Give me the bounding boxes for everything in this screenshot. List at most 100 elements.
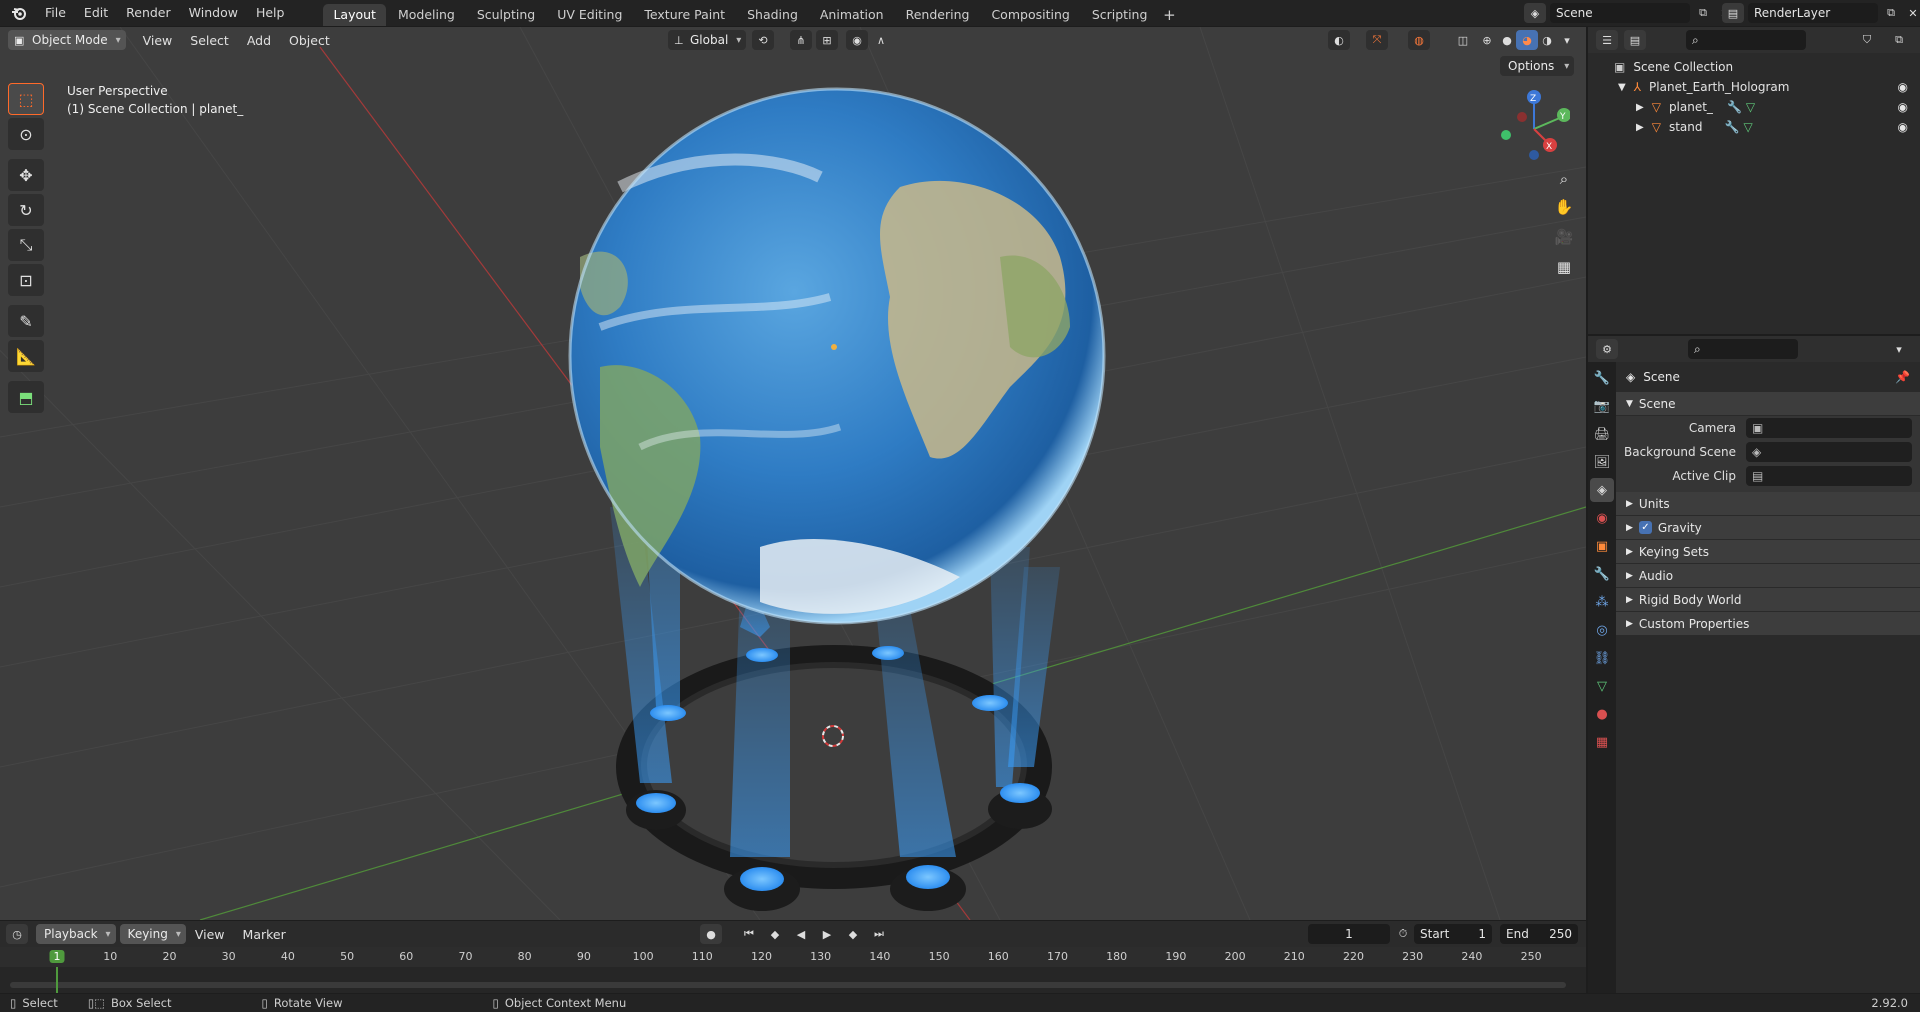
render-layer-field[interactable]: RenderLayer <box>1748 3 1878 23</box>
world-tab-icon[interactable]: ◉ <box>1590 506 1614 530</box>
annotate-tool-icon[interactable]: ✎ <box>8 305 44 337</box>
eye-icon[interactable]: ◉ <box>1898 80 1908 94</box>
scale-tool-icon[interactable]: ⤡ <box>8 229 44 261</box>
tool-tab-icon[interactable]: 🔧 <box>1590 366 1614 390</box>
mesh-data-icon[interactable]: ▽ <box>1746 100 1755 114</box>
modifier-tab-icon[interactable]: 🔧 <box>1590 562 1614 586</box>
audio-panel-header[interactable]: ▶ Audio <box>1616 564 1920 588</box>
gizmo-neg-y[interactable] <box>1501 130 1511 140</box>
modifier-wrench-icon[interactable]: 🔧 <box>1727 100 1742 114</box>
falloff-icon[interactable]: ∧ <box>870 30 892 50</box>
tab-layout[interactable]: Layout <box>323 4 386 26</box>
properties-search-field[interactable]: ⌕ <box>1688 339 1798 359</box>
timeline-menu-marker[interactable]: Marker <box>234 927 295 942</box>
menu-help[interactable]: Help <box>247 0 294 26</box>
shading-options-icon[interactable]: ▾ <box>1556 30 1578 50</box>
cursor-tool-icon[interactable]: ⊙ <box>8 118 44 150</box>
viewport-scene[interactable] <box>0 27 1586 920</box>
camera-field[interactable]: ▣ <box>1746 418 1912 438</box>
jump-end-icon[interactable]: ⏭ <box>868 924 890 944</box>
particles-tab-icon[interactable]: ⁂ <box>1590 590 1614 614</box>
tab-scripting[interactable]: Scripting <box>1082 4 1158 26</box>
outliner-row-scene-collection[interactable]: ▣ Scene Collection <box>1588 57 1920 77</box>
ortho-toggle-icon[interactable]: ▦ <box>1550 253 1578 281</box>
outliner-editor-icon[interactable]: ☰ <box>1596 30 1618 50</box>
current-frame-indicator[interactable]: 1 <box>49 950 65 963</box>
proportional-edit-icon[interactable]: ◉ <box>846 30 868 50</box>
select-box-tool-icon[interactable]: ⬚ <box>8 83 44 115</box>
menu-file[interactable]: File <box>36 0 75 26</box>
gizmo-neg-z[interactable] <box>1529 150 1539 160</box>
move-tool-icon[interactable]: ✥ <box>8 159 44 191</box>
timeline-scrollbar[interactable] <box>10 982 1566 988</box>
scene-name-field[interactable]: Scene <box>1550 3 1690 23</box>
menu-edit[interactable]: Edit <box>75 0 117 26</box>
playhead-line[interactable] <box>56 967 58 993</box>
pan-hand-icon[interactable]: ✋ <box>1550 193 1578 221</box>
outliner-row-planet-earth-hologram[interactable]: ▼ ⅄ Planet_Earth_Hologram ◉ <box>1588 77 1920 97</box>
menu-select[interactable]: Select <box>181 33 238 48</box>
output-tab-icon[interactable]: 🖨 <box>1590 422 1614 446</box>
menu-render[interactable]: Render <box>117 0 180 26</box>
solid-shading-icon[interactable]: ● <box>1496 30 1518 50</box>
modifier-wrench-icon[interactable]: 🔧 <box>1724 120 1739 134</box>
tab-texture-paint[interactable]: Texture Paint <box>634 4 735 26</box>
rendered-shading-icon[interactable]: ◑ <box>1536 30 1558 50</box>
tab-rendering[interactable]: Rendering <box>896 4 980 26</box>
jump-start-icon[interactable]: ⏮ <box>738 924 760 944</box>
start-frame-field[interactable]: Start 1 <box>1414 924 1492 944</box>
tab-sculpting[interactable]: Sculpting <box>467 4 545 26</box>
play-reverse-icon[interactable]: ◀ <box>790 924 812 944</box>
tab-modeling[interactable]: Modeling <box>388 4 465 26</box>
tab-shading[interactable]: Shading <box>737 4 808 26</box>
new-render-layer-icon[interactable]: ⧉ <box>1880 3 1902 23</box>
current-frame-field[interactable]: 1 <box>1308 924 1390 944</box>
measure-tool-icon[interactable]: 📐 <box>8 340 44 372</box>
constraints-tab-icon[interactable]: ⛓ <box>1590 646 1614 670</box>
options-dropdown[interactable]: Options <box>1500 56 1575 76</box>
blender-logo-icon[interactable] <box>8 2 30 24</box>
3d-viewport[interactable]: ▣ Object Mode View Select Add Object ⊥ G… <box>0 27 1586 920</box>
keying-dropdown[interactable]: Keying <box>119 924 186 944</box>
properties-editor[interactable]: ⚙ ⌕ ▾ 🔧 📷 🖨 🖼 ◈ ◉ ▣ 🔧 ⁂ ◎ ⛓ ▽ ● ▦ ◈ Scen… <box>1588 336 1920 993</box>
next-keyframe-icon[interactable]: ◆ <box>842 924 864 944</box>
timeline[interactable]: 1 10 20 30 40 50 60 70 80 90 100 110 120 130 140 150 160… <box>0 947 1586 993</box>
tab-compositing[interactable]: Compositing <box>981 4 1079 26</box>
preview-range-icon[interactable]: ⏱ <box>1392 924 1414 944</box>
keying-sets-panel-header[interactable]: ▶ Keying Sets <box>1616 540 1920 564</box>
menu-add[interactable]: Add <box>238 33 280 48</box>
filter-icon[interactable]: ⛉ <box>1856 30 1878 50</box>
properties-options-icon[interactable]: ▾ <box>1888 339 1910 359</box>
tab-uv-editing[interactable]: UV Editing <box>547 4 632 26</box>
material-shading-icon[interactable]: ◕ <box>1516 30 1538 50</box>
view-layer-tab-icon[interactable]: 🖼 <box>1590 450 1614 474</box>
playback-dropdown[interactable]: Playback <box>36 924 116 944</box>
background-scene-field[interactable]: ◈ <box>1746 442 1912 462</box>
mode-dropdown[interactable]: ▣ Object Mode <box>8 30 126 50</box>
camera-view-icon[interactable]: 🎥 <box>1550 223 1578 251</box>
rotate-tool-icon[interactable]: ↻ <box>8 194 44 226</box>
render-tab-icon[interactable]: 📷 <box>1590 394 1614 418</box>
timeline-menu-view[interactable]: View <box>186 927 234 942</box>
eye-icon[interactable]: ◉ <box>1898 120 1908 134</box>
record-icon[interactable]: ● <box>700 924 722 944</box>
render-layer-browse-icon[interactable]: ▤ <box>1722 3 1744 23</box>
snap-icon[interactable]: ⋔ <box>790 30 812 50</box>
gizmo-neg-x[interactable] <box>1517 112 1527 122</box>
delete-render-layer-icon[interactable]: ✕ <box>1902 3 1920 23</box>
new-collection-icon[interactable]: ⧉ <box>1888 30 1910 50</box>
transform-tool-icon[interactable]: ⊡ <box>8 264 44 296</box>
properties-editor-icon[interactable]: ⚙ <box>1596 339 1618 359</box>
chevron-right-icon[interactable]: ▶ <box>1636 122 1644 133</box>
add-workspace-button[interactable]: + <box>1159 4 1179 26</box>
timeline-ruler[interactable]: 1 10 20 30 40 50 60 70 80 90 100 110 120 130 140 150 160… <box>0 947 1586 967</box>
pin-icon[interactable]: 📌 <box>1895 370 1910 384</box>
rigid-body-world-panel-header[interactable]: ▶ Rigid Body World <box>1616 588 1920 612</box>
outliner-row-planet[interactable]: ▶ ▽ planet_ 🔧 ▽ ◉ <box>1588 97 1920 117</box>
wireframe-shading-icon[interactable]: ⊕ <box>1476 30 1498 50</box>
menu-window[interactable]: Window <box>180 0 247 26</box>
custom-properties-panel-header[interactable]: ▶ Custom Properties <box>1616 612 1920 636</box>
physics-tab-icon[interactable]: ◎ <box>1590 618 1614 642</box>
material-tab-icon[interactable]: ● <box>1590 702 1614 726</box>
menu-view[interactable]: View <box>134 33 182 48</box>
